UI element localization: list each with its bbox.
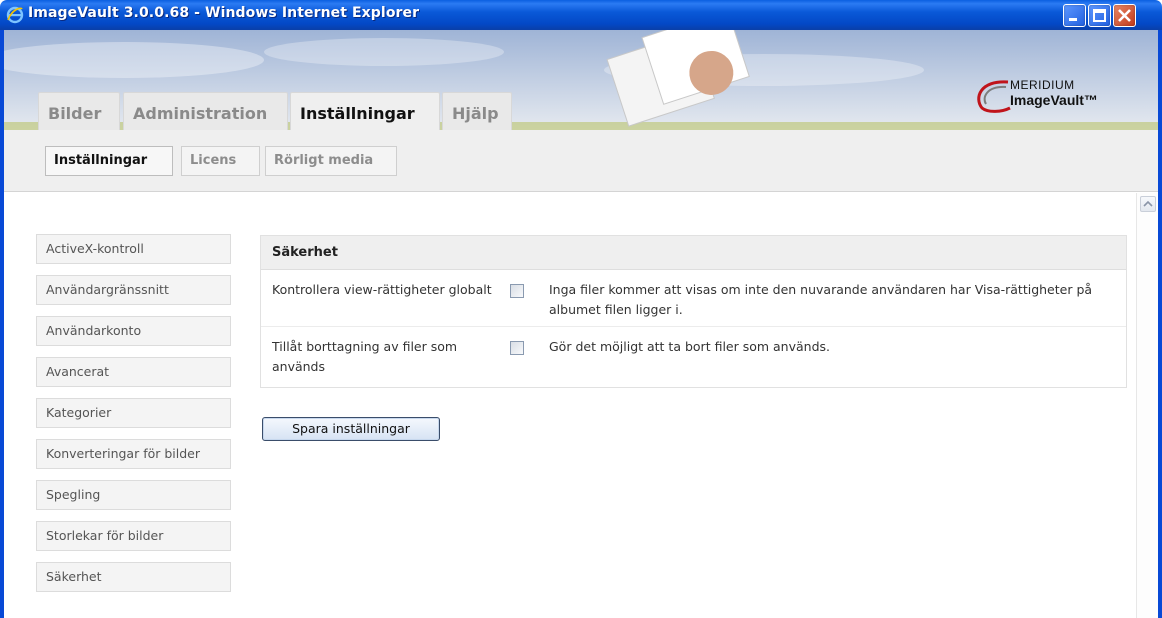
window-titlebar[interactable]: ImageVault 3.0.0.68 - Windows Internet E… [0, 0, 1162, 30]
meridium-imagevault-logo: MERIDIUM ImageVault™ [972, 78, 1152, 118]
sub-tabs-strip: Inställningar Licens Rörligt media [4, 130, 1158, 192]
setting-checkbox-allow-delete[interactable] [510, 341, 524, 355]
nav-item-konverteringar[interactable]: Konverteringar för bilder [36, 439, 231, 469]
close-icon [1118, 9, 1131, 22]
settings-panel: Säkerhet Kontrollera view-rättigheter gl… [260, 235, 1127, 388]
setting-description: Inga filer kommer att visas om inte den … [549, 282, 1093, 317]
logo-imagevault: ImageVault™ [1010, 92, 1098, 108]
subtab-rorligt-media[interactable]: Rörligt media [265, 146, 397, 176]
tab-administration[interactable]: Administration [123, 92, 288, 130]
save-settings-button[interactable]: Spara inställningar [262, 417, 440, 441]
nav-item-anvandarkonto[interactable]: Användarkonto [36, 316, 231, 346]
tab-installningar[interactable]: Inställningar [290, 92, 440, 130]
internet-explorer-icon [6, 6, 24, 24]
nav-item-anvandargranssnitt[interactable]: Användargränssnitt [36, 275, 231, 305]
setting-row: Tillåt borttagning av filer som används … [261, 327, 1126, 387]
setting-label: Kontrollera view-rättigheter globalt [272, 282, 492, 297]
chevron-up-icon [1143, 200, 1153, 207]
setting-description: Gör det möjligt att ta bort filer som an… [549, 339, 831, 354]
nav-item-spegling[interactable]: Spegling [36, 480, 231, 510]
subtab-licens[interactable]: Licens [181, 146, 260, 176]
tab-hjalp[interactable]: Hjälp [442, 92, 512, 130]
setting-label: Tillåt borttagning av filer som används [272, 339, 458, 374]
content-area: ActiveX-kontroll Användargränssnitt Anvä… [4, 193, 1158, 618]
settings-nav: ActiveX-kontroll Användargränssnitt Anvä… [36, 234, 231, 603]
maximize-icon [1093, 9, 1106, 22]
minimize-icon [1069, 18, 1077, 21]
window-frame-right [1158, 30, 1162, 618]
panel-title: Säkerhet [261, 236, 1126, 270]
setting-row: Kontrollera view-rättigheter globalt Ing… [261, 270, 1126, 327]
maximize-button[interactable] [1088, 4, 1111, 27]
logo-meridium: MERIDIUM [1010, 78, 1075, 92]
setting-checkbox-view-rights[interactable] [510, 284, 524, 298]
scroll-up-button[interactable] [1140, 196, 1156, 212]
minimize-button[interactable] [1063, 4, 1086, 27]
vertical-scrollbar[interactable] [1136, 193, 1158, 618]
nav-item-activex[interactable]: ActiveX-kontroll [36, 234, 231, 264]
logo-swoosh-icon [977, 80, 1011, 113]
tab-bilder[interactable]: Bilder [38, 92, 120, 130]
window-title: ImageVault 3.0.0.68 - Windows Internet E… [28, 5, 420, 21]
nav-item-sakerhet[interactable]: Säkerhet [36, 562, 231, 592]
nav-item-kategorier[interactable]: Kategorier [36, 398, 231, 428]
nav-item-avancerat[interactable]: Avancerat [36, 357, 231, 387]
nav-item-storlekar[interactable]: Storlekar för bilder [36, 521, 231, 551]
subtab-installningar[interactable]: Inställningar [45, 146, 173, 176]
close-button[interactable] [1113, 4, 1136, 27]
